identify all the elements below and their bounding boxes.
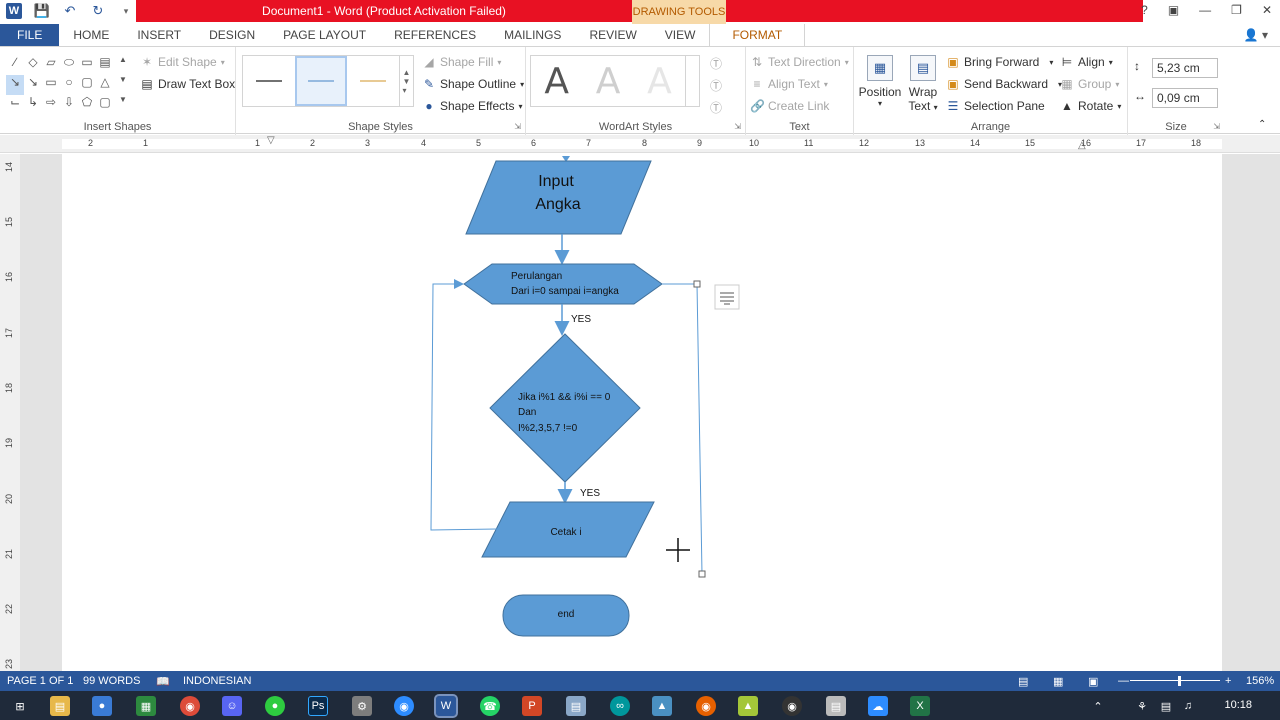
- tray-network-icon[interactable]: ▤: [1156, 696, 1176, 716]
- language-indicator[interactable]: INDONESIAN: [183, 675, 251, 687]
- whatsapp-icon[interactable]: ☎: [480, 696, 500, 716]
- word-taskbar-icon[interactable]: W: [434, 694, 458, 718]
- arduino-icon[interactable]: ∞: [610, 696, 630, 716]
- file-explorer-icon[interactable]: ▤: [50, 696, 70, 716]
- condition-label-2: Dan: [518, 407, 536, 418]
- tool-icon[interactable]: ▲: [652, 696, 672, 716]
- end-label: end: [558, 609, 575, 620]
- photoshop-icon[interactable]: Ps: [308, 696, 328, 716]
- selection-handle-top[interactable]: [693, 280, 701, 288]
- print-layout-icon[interactable]: ▦: [1053, 675, 1063, 688]
- loop-label-2: Dari i=0 sampai i=angka: [511, 286, 619, 297]
- tray-usb-icon[interactable]: ⚘: [1132, 696, 1152, 716]
- condition-shape[interactable]: [489, 333, 641, 483]
- browser-icon[interactable]: ●: [92, 696, 112, 716]
- firefox-icon[interactable]: ◉: [696, 696, 716, 716]
- discord-icon[interactable]: ☺: [222, 696, 242, 716]
- tray-up-icon[interactable]: ⌃: [1088, 696, 1108, 716]
- yes-label-1: YES: [571, 314, 591, 325]
- selection-handle-bottom[interactable]: [698, 570, 706, 578]
- condition-label-1: Jika i%1 && i%i == 0: [518, 392, 611, 403]
- tray-volume-icon[interactable]: ♫: [1178, 696, 1198, 716]
- read-mode-icon[interactable]: ▤: [1018, 675, 1028, 688]
- status-bar: PAGE 1 OF 1 99 WORDS 📖 INDONESIAN ▤ ▦ ▣ …: [0, 671, 1280, 691]
- android-icon[interactable]: ▲: [738, 696, 758, 716]
- media-icon[interactable]: ◉: [782, 696, 802, 716]
- document-icon[interactable]: ▤: [826, 696, 846, 716]
- zoom-slider-track[interactable]: [1130, 680, 1220, 681]
- cloud-icon[interactable]: ☁: [868, 696, 888, 716]
- loop-back-connector[interactable]: [430, 279, 498, 531]
- flowchart-canvas: Input Angka Perulangan Dari i=0 sampai i…: [430, 156, 740, 637]
- excel-icon[interactable]: X: [910, 696, 930, 716]
- settings-icon[interactable]: ⚙: [352, 696, 372, 716]
- start-icon[interactable]: ⊞: [10, 696, 30, 716]
- taskbar: ⊞ ▤ ● ▦ ◉ ☺ ● Ps ⚙ ◉ W ☎ P ▤ ∞ ▲ ◉ ▲ ◉ ▤…: [0, 691, 1280, 720]
- input-label-2: Angka: [535, 196, 580, 213]
- zoom-app-icon[interactable]: ◉: [394, 696, 414, 716]
- clock[interactable]: 10:18: [1224, 699, 1252, 711]
- crosshair-cursor-icon: [666, 538, 690, 562]
- yes-label-2: YES: [580, 488, 600, 499]
- word-count[interactable]: 99 WORDS: [83, 675, 140, 687]
- input-label-1: Input: [538, 173, 574, 190]
- chrome-icon[interactable]: ◉: [180, 696, 200, 716]
- powerpoint-icon[interactable]: P: [522, 696, 542, 716]
- loop-label-1: Perulangan: [511, 271, 562, 282]
- notepad-icon[interactable]: ▤: [566, 696, 586, 716]
- chat-icon[interactable]: ●: [265, 696, 285, 716]
- loop-shape[interactable]: [463, 263, 663, 305]
- page-count[interactable]: PAGE 1 OF 1: [7, 675, 73, 687]
- zoom-out-button[interactable]: —: [1118, 675, 1129, 687]
- condition-label-3: I%2,3,5,7 !=0: [518, 423, 578, 434]
- proofing-icon[interactable]: 📖: [156, 675, 170, 688]
- selected-connector[interactable]: [662, 283, 703, 575]
- zoom-slider-thumb[interactable]: [1178, 676, 1181, 686]
- zoom-level[interactable]: 156%: [1246, 675, 1274, 687]
- app-grid-icon[interactable]: ▦: [136, 696, 156, 716]
- zoom-in-button[interactable]: +: [1225, 675, 1231, 687]
- web-layout-icon[interactable]: ▣: [1088, 675, 1098, 688]
- output-label: Cetak i: [550, 527, 581, 538]
